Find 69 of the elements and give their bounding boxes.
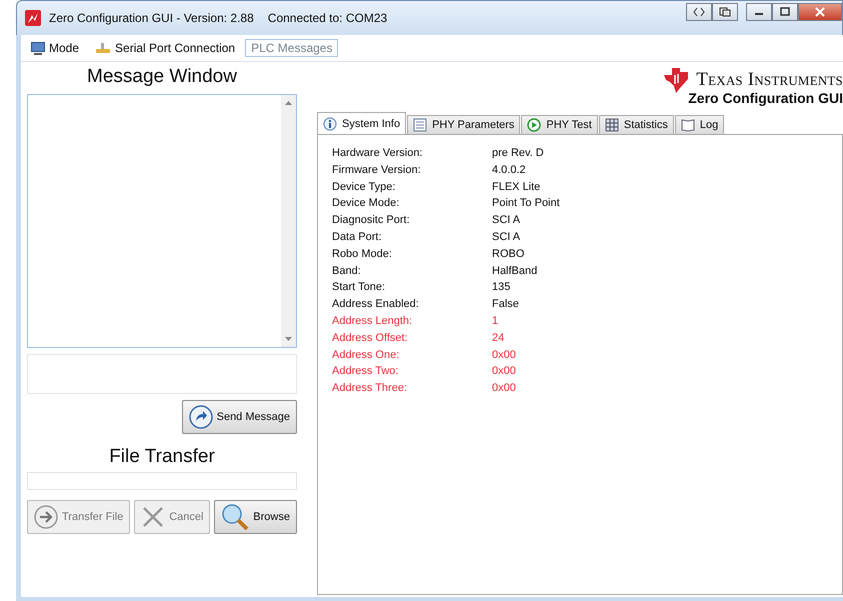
field-label: Address Two:: [332, 365, 400, 380]
tab[interactable]: Statistics: [598, 115, 674, 134]
code-icon[interactable]: [686, 3, 712, 21]
menu-item[interactable]: PLC Messages: [245, 39, 338, 57]
book-icon: [680, 118, 695, 132]
field-value: 135: [492, 281, 510, 296]
field-label: Band:: [332, 264, 362, 279]
document-icon: [413, 118, 428, 132]
field-label: Diagnositc Port:: [332, 214, 411, 228]
field-value: HalfBand: [492, 264, 538, 279]
app-icon: [25, 10, 41, 26]
field-value: 0x00: [492, 382, 516, 396]
field-label: Robo Mode:: [332, 248, 393, 262]
product-name: Zero Configuration GUI: [688, 90, 843, 106]
field-value: 1: [492, 314, 498, 329]
logo-icon: [662, 66, 690, 94]
play-icon: [527, 118, 542, 132]
plug-icon: [95, 42, 112, 54]
company-name: Texas Instruments: [696, 69, 843, 91]
tab[interactable]: Log: [674, 115, 724, 134]
copy-icon[interactable]: [712, 3, 738, 21]
field-label: Address Offset:: [332, 332, 409, 346]
field-value: SCI A: [492, 230, 520, 245]
field-value: SCI A: [492, 214, 520, 228]
minimize-button[interactable]: [746, 3, 772, 21]
field-label: Firmware Version:: [332, 164, 422, 178]
close-icon: [814, 7, 826, 17]
field-label: Hardware Version:: [332, 147, 424, 161]
send-message-button[interactable]: Send Message: [182, 400, 297, 434]
field-label: Start Tone:: [332, 281, 386, 296]
field-value: FLEX Lite: [492, 180, 540, 195]
section-title: Message Window: [86, 66, 238, 88]
field-value: 4.0.0.2: [492, 164, 526, 178]
maximize-button[interactable]: [772, 3, 798, 21]
field-value: ROBO: [492, 248, 524, 262]
file-path-field[interactable]: [27, 472, 297, 490]
field-label: Address Length:: [332, 314, 414, 329]
cancel-icon: [141, 505, 166, 529]
field-label: Address Enabled:: [332, 298, 420, 312]
down-arrow-icon[interactable]: [285, 337, 292, 341]
field-value: pre Rev. D: [492, 147, 544, 161]
magnifier-icon: [221, 503, 250, 531]
window-title: Zero Configuration GUI - Version: 2.88: [49, 11, 254, 25]
message-input[interactable]: [27, 354, 297, 394]
field-label: Data Port:: [332, 230, 383, 245]
monitor-icon: [31, 42, 45, 54]
scroll-bar[interactable]: [281, 95, 296, 347]
connection-status: Connected to: COM23: [268, 11, 388, 25]
section-title: File Transfer: [108, 446, 216, 468]
close-button[interactable]: [798, 3, 842, 21]
field-value: False: [492, 298, 519, 312]
field-label: Device Type:: [332, 180, 396, 195]
field-label: Address One:: [332, 348, 400, 363]
maximize-icon: [779, 7, 791, 17]
field-value: 24: [492, 332, 504, 346]
tab[interactable]: PHY Test: [521, 115, 598, 134]
field-label: Address Three:: [332, 382, 408, 396]
field-value: 0x00: [492, 348, 516, 363]
tab[interactable]: System Info: [317, 112, 406, 134]
menu-item[interactable]: Serial Port Connection: [89, 39, 242, 57]
file-action-button[interactable]: Browse: [214, 500, 297, 534]
field-value: 0x00: [492, 365, 516, 380]
up-arrow-icon[interactable]: [285, 101, 292, 105]
info-icon: [323, 116, 337, 130]
table-icon: [604, 118, 619, 132]
field-label: Device Mode:: [332, 197, 400, 212]
field-value: Point To Point: [492, 197, 560, 212]
tab[interactable]: PHY Parameters: [407, 115, 520, 134]
menu-item[interactable]: Mode: [25, 39, 86, 57]
